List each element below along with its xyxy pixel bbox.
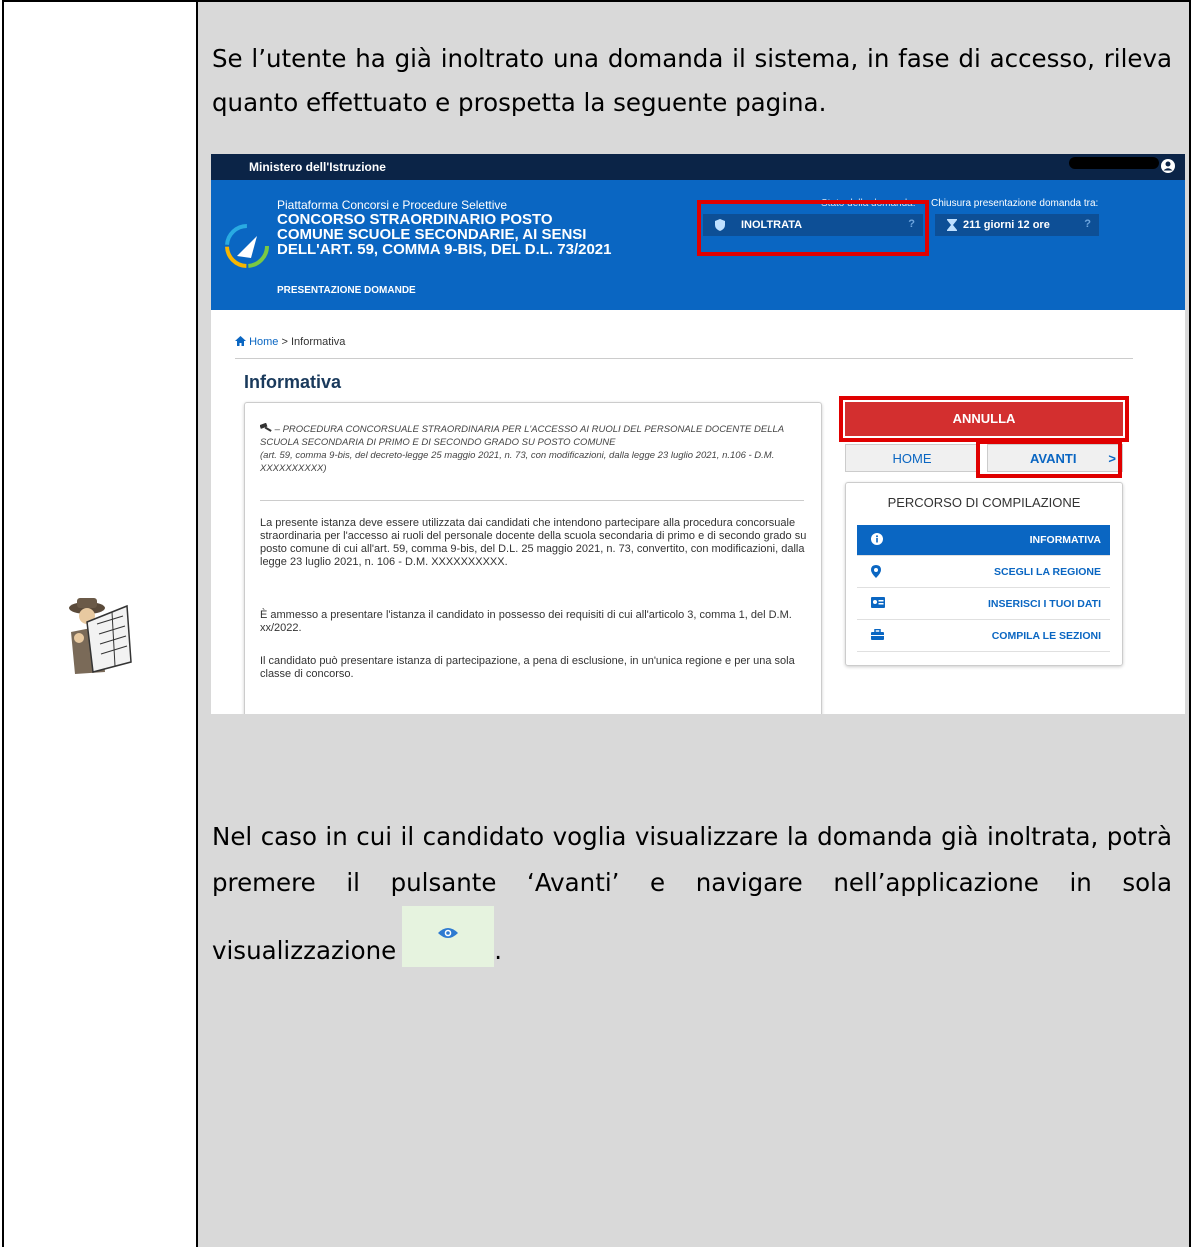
avanti-highlight-box: [976, 440, 1122, 478]
breadcrumb-home-link[interactable]: Home: [249, 336, 278, 348]
embedded-screenshot: Ministero dell'Istruzione Piattaforma Co…: [211, 154, 1185, 714]
percorso-item-regione[interactable]: SCEGLI LA REGIONE: [857, 557, 1110, 588]
card-divider: [260, 500, 804, 501]
home-button[interactable]: HOME: [845, 444, 979, 472]
annulla-highlight-box: [839, 396, 1129, 442]
status-highlight-box: [697, 200, 929, 256]
percorso-title: PERCORSO DI COMPILAZIONE: [887, 495, 1081, 510]
informativa-paragraph-2: È ammesso a presentare l'istanza il cand…: [260, 609, 792, 634]
content-cell: Se l’utente ha già inoltrato una domanda…: [198, 2, 1189, 1247]
info-icon: [871, 533, 883, 545]
intro-paragraph: Se l’utente ha già inoltrato una domanda…: [212, 44, 1172, 117]
percorso-item-label: COMPILA LE SEZIONI: [991, 630, 1101, 642]
procedure-reference: (art. 59, comma 9-bis, del decreto-legge…: [260, 450, 775, 474]
home-icon[interactable]: [235, 336, 246, 346]
procedure-heading-text: – PROCEDURA CONCORSUALE STRAORDINARIA PE…: [260, 424, 784, 448]
ministry-bar: Ministero dell'Istruzione: [211, 154, 1185, 180]
deadline-value: 211 giorni 12 ore: [963, 219, 1050, 231]
breadcrumb: Home > Informativa: [235, 336, 345, 348]
page-content: Home > Informativa Informativa – PROCEDU…: [211, 310, 1185, 714]
left-cell: [4, 2, 198, 1247]
hammer-icon: [259, 422, 272, 432]
user-icon[interactable]: [1161, 159, 1175, 173]
detective-clipart: [69, 598, 132, 674]
breadcrumb-divider: [235, 358, 1133, 359]
map-pin-icon: [871, 565, 881, 578]
view-button-image: [402, 906, 495, 967]
ministry-name: Ministero dell'Istruzione: [249, 160, 386, 174]
deadline-help-icon[interactable]: ?: [1084, 218, 1091, 230]
percorso-panel: PERCORSO DI COMPILAZIONE INFORMATIVA SCE…: [845, 482, 1123, 666]
outro-period: .: [494, 936, 503, 965]
percorso-item-informativa[interactable]: INFORMATIVA: [857, 525, 1110, 556]
outro-text: Nel caso in cui il candidato voglia visu…: [212, 822, 1172, 965]
hourglass-icon: [947, 219, 957, 231]
procedure-heading: – PROCEDURA CONCORSUALE STRAORDINARIA PE…: [259, 422, 810, 475]
informativa-paragraph-3: Il candidato può presentare istanza di p…: [260, 655, 795, 680]
informativa-paragraph-1: La presente istanza deve essere utilizza…: [260, 517, 807, 568]
contest-title: CONCORSO STRAORDINARIO POSTO COMUNE SCUO…: [277, 211, 612, 258]
eye-icon: [438, 928, 459, 938]
percorso-item-sezioni[interactable]: COMPILA LE SEZIONI: [857, 621, 1110, 652]
percorso-item-label: SCEGLI LA REGIONE: [994, 566, 1101, 578]
platform-logo-icon: [225, 224, 269, 268]
informativa-card: – PROCEDURA CONCORSUALE STRAORDINARIA PE…: [244, 402, 822, 714]
breadcrumb-separator: >: [281, 336, 288, 348]
redacted-username: [1069, 157, 1159, 169]
briefcase-icon: [871, 629, 884, 640]
deadline-label: Chiusura presentazione domanda tra:: [931, 198, 1099, 209]
outro-paragraph: Nel caso in cui il candidato voglia visu…: [212, 814, 1172, 974]
percorso-item-dati[interactable]: INSERISCI I TUOI DATI: [857, 589, 1110, 620]
breadcrumb-current: Informativa: [290, 336, 346, 348]
contest-subtitle: PRESENTAZIONE DOMANDE: [277, 285, 416, 296]
percorso-item-label: INSERISCI I TUOI DATI: [988, 598, 1101, 610]
id-card-icon: [871, 597, 885, 608]
document-table: Se l’utente ha già inoltrato una domanda…: [2, 0, 1191, 1247]
deadline-badge: 211 giorni 12 ore ?: [935, 214, 1099, 236]
section-title: Informativa: [244, 372, 342, 392]
hero-header: Piattaforma Concorsi e Procedure Seletti…: [211, 180, 1185, 310]
percorso-item-label: INFORMATIVA: [1029, 534, 1101, 546]
platform-name: Piattaforma Concorsi e Procedure Seletti…: [277, 198, 508, 212]
